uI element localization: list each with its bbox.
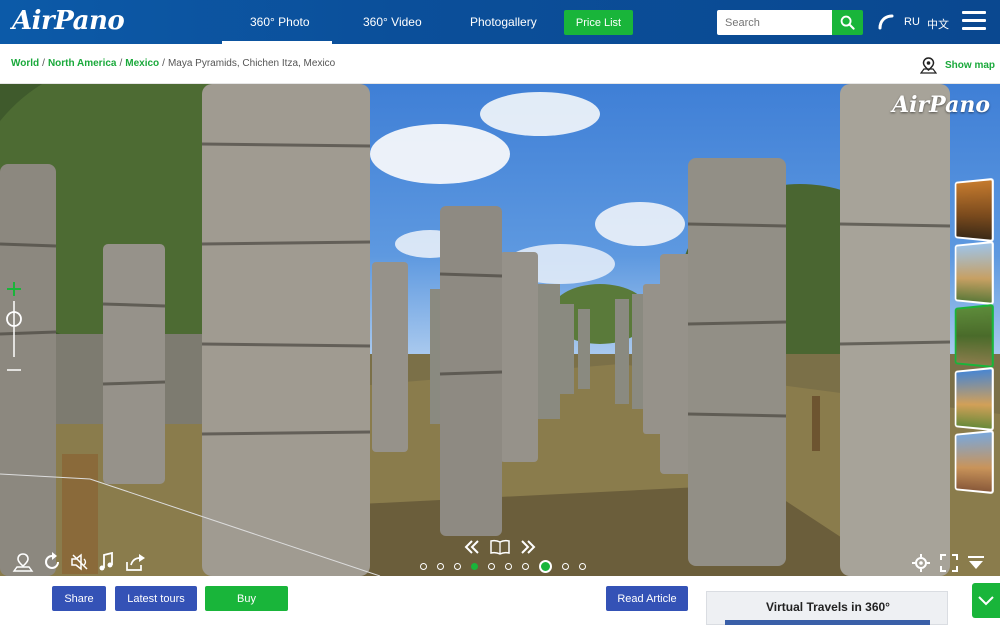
pagination-dot[interactable]: [437, 563, 444, 570]
zoom-control[interactable]: [4, 279, 24, 374]
next-arrow-icon[interactable]: [520, 539, 536, 555]
mute-icon[interactable]: [70, 552, 90, 572]
nav-photogallery[interactable]: Photogallery: [470, 15, 537, 29]
virtual-travels-preview: [725, 620, 930, 625]
scroll-down-button[interactable]: [972, 583, 1000, 618]
pagination-dot-active[interactable]: [539, 560, 552, 573]
nav-360-photo[interactable]: 360° Photo: [250, 15, 310, 29]
fullscreen-icon[interactable]: [940, 554, 958, 572]
pagination-dot[interactable]: [488, 563, 495, 570]
show-map-label: Show map: [945, 59, 996, 71]
panorama-thumbnail[interactable]: [954, 177, 994, 243]
previous-arrow-icon[interactable]: [464, 539, 480, 555]
breadcrumb-north-america[interactable]: North America: [48, 58, 117, 69]
search-button[interactable]: [832, 10, 863, 35]
latest-tours-button[interactable]: Latest tours: [115, 586, 197, 611]
panorama-watermark: AirPano: [892, 92, 990, 118]
music-icon[interactable]: [97, 552, 115, 572]
pagination-dot[interactable]: [454, 563, 461, 570]
lang-zh[interactable]: 中文: [927, 16, 949, 32]
settings-icon[interactable]: [912, 554, 930, 572]
panorama-thumbnail[interactable]: [954, 366, 994, 432]
panorama-thumbnail[interactable]: [954, 240, 994, 306]
panorama-thumbnail[interactable]: [954, 429, 994, 495]
top-header: AirPano 360° Photo 360° Video Photogalle…: [0, 0, 1000, 44]
pagination-dot[interactable]: [420, 563, 427, 570]
breadcrumb-mexico[interactable]: Mexico: [125, 58, 159, 69]
virtual-travels-title: Virtual Travels in 360°: [766, 600, 890, 614]
panorama-thumbnail[interactable]: [954, 303, 994, 369]
chevron-down-icon: [978, 595, 994, 605]
breadcrumb-current: Maya Pyramids, Chichen Itza, Mexico: [167, 58, 336, 69]
share-icon[interactable]: [125, 552, 147, 572]
book-icon[interactable]: [490, 539, 510, 555]
phone-icon[interactable]: [876, 12, 896, 32]
rotate-icon[interactable]: [42, 552, 62, 572]
nav-360-video[interactable]: 360° Video: [363, 15, 422, 29]
share-button[interactable]: Share: [52, 586, 106, 611]
breadcrumb: World / North America / Mexico / Maya Pyramids…: [11, 58, 336, 69]
pagination-dot[interactable]: [522, 563, 529, 570]
show-map-link[interactable]: Show map: [920, 56, 995, 74]
buy-button[interactable]: Buy: [205, 586, 288, 611]
lang-ru[interactable]: RU: [904, 16, 920, 28]
hide-controls-icon[interactable]: [967, 555, 985, 571]
panorama-scene: [0, 84, 1000, 576]
menu-icon[interactable]: [962, 11, 986, 33]
virtual-travels-box[interactable]: Virtual Travels in 360°: [706, 591, 948, 625]
site-logo[interactable]: AirPano: [12, 6, 125, 36]
panorama-viewer[interactable]: AirPano: [0, 84, 1000, 576]
panorama-pagination: [420, 560, 596, 573]
price-list-button[interactable]: Price List: [564, 10, 633, 35]
breadcrumb-bar: World / North America / Mexico / Maya Pyramids…: [0, 44, 1000, 84]
map-pin-icon: [920, 57, 937, 74]
pagination-dot[interactable]: [562, 563, 569, 570]
search-icon: [840, 15, 855, 30]
pagination-dot[interactable]: [505, 563, 512, 570]
pagination-dot[interactable]: [579, 563, 586, 570]
read-article-button[interactable]: Read Article: [606, 586, 688, 611]
pagination-dot-visited[interactable]: [471, 563, 478, 570]
breadcrumb-world[interactable]: World: [11, 58, 39, 69]
search-input[interactable]: [717, 10, 832, 35]
location-pin-icon[interactable]: [12, 552, 34, 572]
panorama-thumbnails: [952, 177, 996, 495]
